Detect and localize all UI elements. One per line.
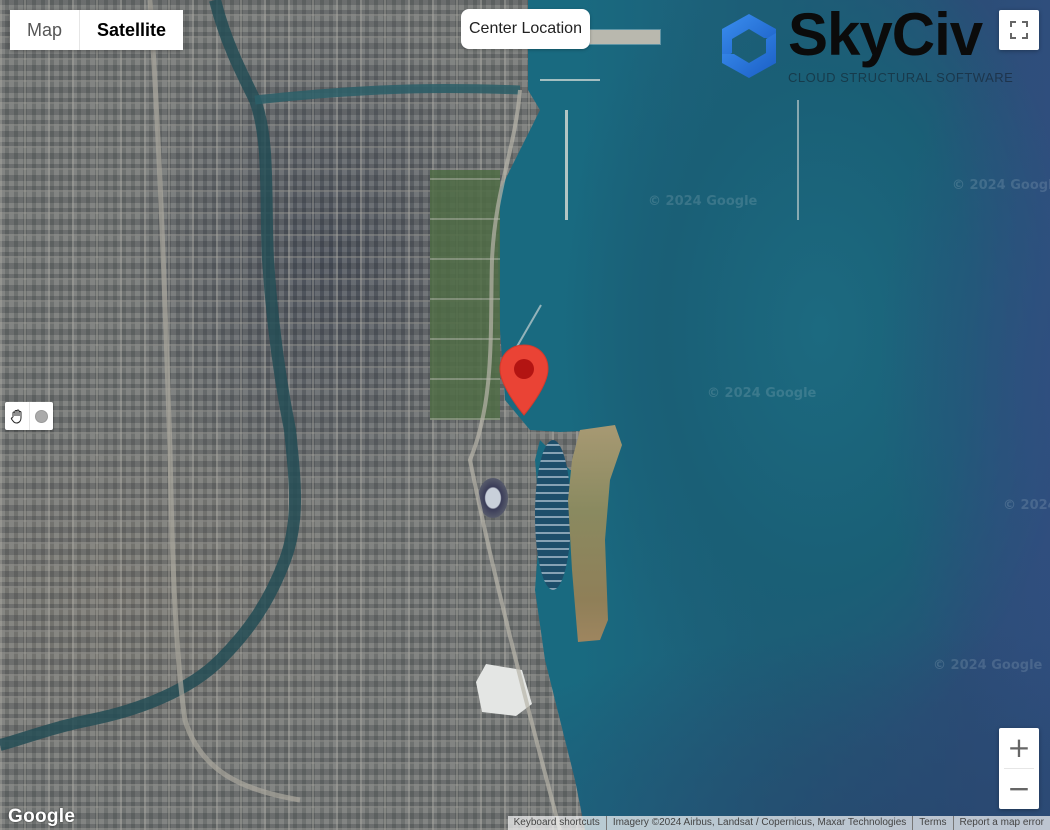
imagery-credit: Imagery ©2024 Airbus, Landsat / Copernic…: [605, 816, 912, 830]
harbor-breakwater: [565, 110, 568, 220]
fullscreen-button[interactable]: [999, 10, 1039, 50]
pegman-button[interactable]: [30, 402, 54, 430]
report-map-error-link[interactable]: Report a map error: [952, 816, 1050, 830]
logo-tagline: CLOUD STRUCTURAL SOFTWARE: [788, 70, 1014, 85]
watermark: © 2024 Google: [952, 178, 1050, 193]
pan-tool-button[interactable]: [5, 402, 30, 430]
zoom-out-button[interactable]: −: [999, 769, 1039, 809]
fullscreen-icon: [1010, 21, 1028, 39]
terms-link[interactable]: Terms: [912, 816, 952, 830]
street-view-control[interactable]: [5, 402, 53, 430]
skyciv-logo: SkyCiv CLOUD STRUCTURAL SOFTWARE: [718, 1, 1013, 86]
navy-pier: [590, 30, 660, 44]
skyciv-logo-icon: [722, 14, 776, 78]
keyboard-shortcuts-link[interactable]: Keyboard shortcuts: [508, 816, 606, 830]
center-location-button[interactable]: Center Location: [461, 9, 590, 49]
watermark: © 2024 Google: [648, 194, 758, 209]
watermark: © 2024 Google: [707, 386, 817, 401]
map-type-control: Map Satellite: [10, 10, 184, 50]
watermark: © 2024 Google: [933, 658, 1043, 673]
lake-breakwater: [797, 100, 799, 220]
logo-wordmark: SkyCiv: [788, 1, 983, 68]
attribution-bar: Keyboard shortcuts Imagery ©2024 Airbus,…: [507, 816, 1050, 830]
location-marker[interactable]: [498, 343, 550, 417]
google-logo[interactable]: Google: [8, 806, 75, 828]
map-type-map-button[interactable]: Map: [10, 10, 81, 50]
zoom-control: + −: [999, 728, 1039, 809]
map-type-satellite-button[interactable]: Satellite: [80, 10, 184, 50]
zoom-in-button[interactable]: +: [999, 728, 1039, 768]
map-canvas[interactable]: © 2024 Google © 2024 Google © 2024 Googl…: [0, 0, 1050, 830]
stadium: [478, 478, 508, 518]
map-pin-icon: [499, 344, 549, 416]
hand-pan-icon: [10, 409, 22, 424]
pegman-dot-icon: [34, 409, 48, 423]
grant-park: [430, 170, 500, 420]
watermark: © 2024 Google: [1003, 498, 1050, 513]
